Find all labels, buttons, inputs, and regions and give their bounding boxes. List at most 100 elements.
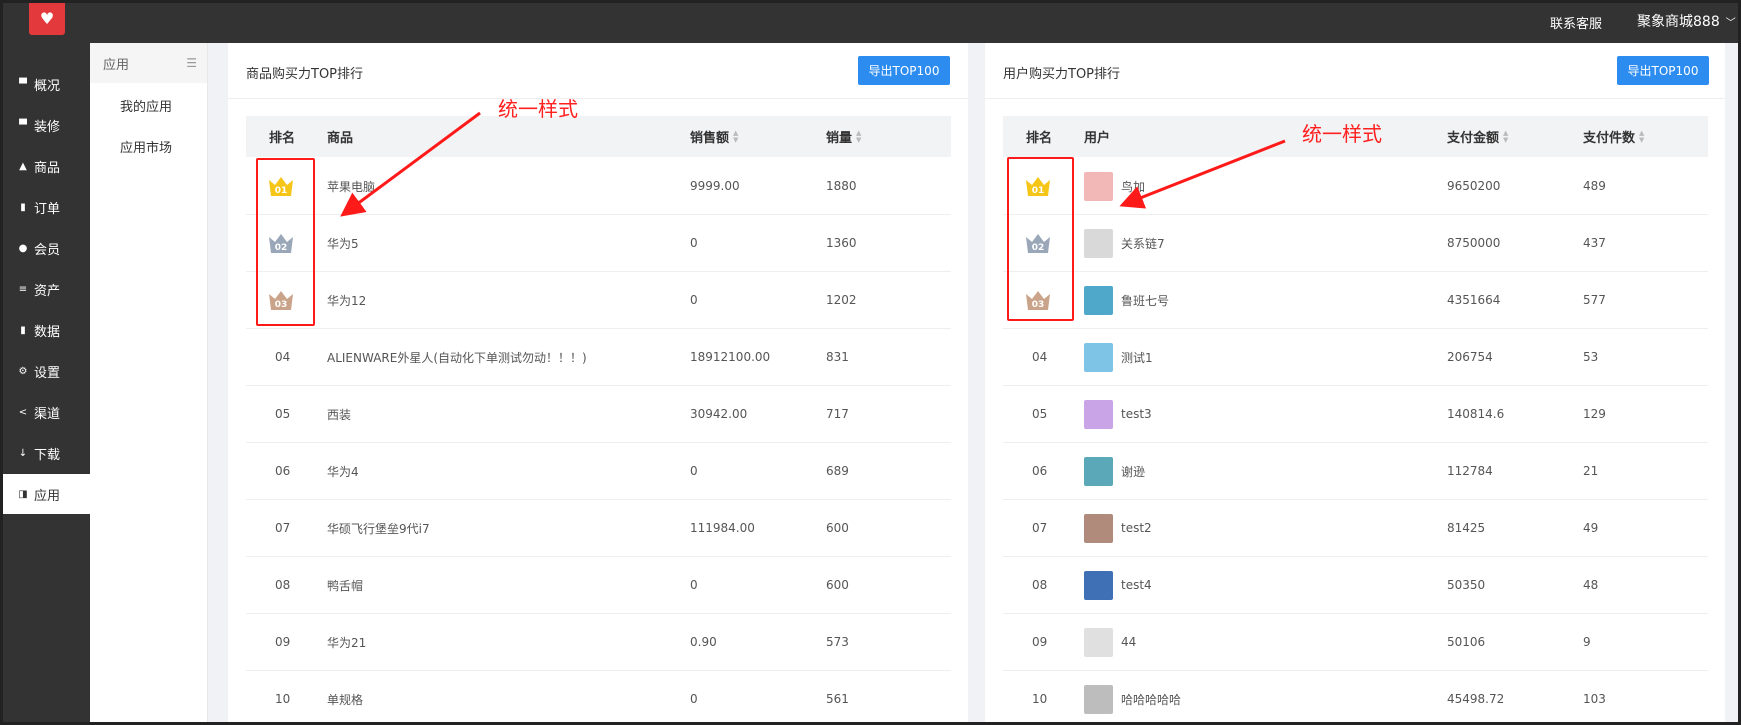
sidebar-item-1[interactable]: ▀ 装修 xyxy=(3,105,90,145)
value-cell: 0 xyxy=(690,671,698,725)
rank-cell: 10 xyxy=(1032,671,1047,725)
name-text: 谢逊 xyxy=(1121,464,1146,479)
name-text: ALIENWARE外星人(自动化下单测试勿动！！！) xyxy=(327,350,587,365)
monitor-icon: ▀ xyxy=(19,78,27,90)
sidebar-item-5[interactable]: ≡ 资产 xyxy=(3,269,90,309)
rank-cell: 08 xyxy=(1032,557,1047,613)
table-row[interactable]: 04 ALIENWARE外星人(自动化下单测试勿动！！！) 18912100.00 8… xyxy=(246,329,951,386)
table-row[interactable]: 10 哈哈哈哈哈 45498.72 103 xyxy=(1003,671,1708,725)
export-products-button[interactable]: 导出TOP100 xyxy=(858,56,950,85)
table-row[interactable]: 09 华为21 0.90 573 xyxy=(246,614,951,671)
customer-service-link[interactable]: 联系客服 xyxy=(1550,13,1602,32)
value-text: 4351664 xyxy=(1447,293,1501,307)
table-row[interactable]: 01 鸟加 9650200 489 xyxy=(1003,158,1708,215)
rank-cell: 05 xyxy=(275,386,290,442)
value-cell: 8750000 xyxy=(1447,215,1500,271)
name-cell: 哈哈哈哈哈 xyxy=(1084,671,1181,725)
count-text: 1202 xyxy=(826,293,857,307)
table-row[interactable]: 07 test2 81425 49 xyxy=(1003,500,1708,557)
logo[interactable]: ♥ xyxy=(29,3,65,35)
sidebar-item-3[interactable]: ▮ 订单 xyxy=(3,187,90,227)
name-text: 苹果电脑 xyxy=(327,179,376,194)
name-cell: ALIENWARE外星人(自动化下单测试勿动！！！) xyxy=(327,329,587,385)
annotation-left: 统一样式 xyxy=(498,97,578,121)
sort-icon[interactable]: ▲ ▼ xyxy=(856,129,861,144)
table-row[interactable]: 04 测试1 206754 53 xyxy=(1003,329,1708,386)
col-sales[interactable]: 销售额 ▲ ▼ xyxy=(690,116,738,157)
avatar xyxy=(1084,228,1113,258)
menu-icon[interactable]: ☰ xyxy=(186,56,197,70)
sidebar-item-label: 概况 xyxy=(34,78,61,94)
sort-icon[interactable]: ▲ ▼ xyxy=(1503,129,1508,144)
name-cell: 单规格 xyxy=(327,671,363,725)
sub-nav-app-market[interactable]: 应用市场 xyxy=(120,137,172,156)
sidebar-item-10[interactable]: ◨ 应用 xyxy=(3,474,90,514)
count-cell: 831 xyxy=(826,329,849,385)
sidebar-item-label: 数据 xyxy=(34,324,61,340)
sub-nav: 应用 ☰ 我的应用 应用市场 xyxy=(90,43,208,725)
sidebar-item-label: 设置 xyxy=(34,365,61,381)
name-cell: 44 xyxy=(1084,614,1136,670)
col-rank-label: 排名 xyxy=(269,131,296,146)
name-cell: 华硕飞行堡垒9代i7 xyxy=(327,500,430,556)
table-row[interactable]: 02 关系链7 8750000 437 xyxy=(1003,215,1708,272)
shop-switcher[interactable]: 聚象商城888 ﹀ xyxy=(1637,11,1736,31)
sidebar-item-6[interactable]: ▮ 数据 xyxy=(3,310,90,350)
sort-icon[interactable]: ▲ ▼ xyxy=(1639,129,1644,144)
table-row[interactable]: 02 华为5 0 1360 xyxy=(246,215,951,272)
sidebar-item-label: 会员 xyxy=(34,242,61,258)
table-row[interactable]: 10 单规格 0 561 xyxy=(246,671,951,725)
table-row[interactable]: 01 苹果电脑 9999.00 1880 xyxy=(246,158,951,215)
col-count[interactable]: 支付件数 ▲ ▼ xyxy=(1583,116,1644,157)
col-rank-label: 排名 xyxy=(1026,131,1053,146)
value-text: 50106 xyxy=(1447,635,1486,649)
table-row[interactable]: 06 华为4 0 689 xyxy=(246,443,951,500)
count-text: 53 xyxy=(1583,350,1599,364)
rank-cell: 07 xyxy=(1032,500,1047,556)
sidebar-item-4[interactable]: ● 会员 xyxy=(3,228,90,268)
col-amount[interactable]: 支付金额 ▲ ▼ xyxy=(1447,116,1508,157)
avatar xyxy=(1084,570,1113,600)
value-cell: 4351664 xyxy=(1447,272,1500,328)
sidebar-item-2[interactable]: ▲ 商品 xyxy=(3,146,90,186)
col-rank: 排名 xyxy=(269,116,295,157)
value-text: 18912100.00 xyxy=(690,350,771,364)
table-row[interactable]: 08 鸭舌帽 0 600 xyxy=(246,557,951,614)
name-text: 华为4 xyxy=(327,464,359,479)
table-row[interactable]: 07 华硕飞行堡垒9代i7 111984.00 600 xyxy=(246,500,951,557)
col-product-label: 商品 xyxy=(327,131,354,146)
sidebar-item-8[interactable]: < 渠道 xyxy=(3,392,90,432)
table-row[interactable]: 05 西装 30942.00 717 xyxy=(246,386,951,443)
sidebar: ▀ 概况 ▀ 装修 ▲ 商品 ▮ 订单 ● 会员 ≡ 资产 ▮ 数据 ⚙ 设置 < 渠道 ↓ 下载 ◨ 应用 xyxy=(3,43,90,725)
name-text: 鸭舌帽 xyxy=(327,578,364,593)
table-row[interactable]: 06 谢逊 112784 21 xyxy=(1003,443,1708,500)
sub-nav-title: 应用 xyxy=(103,57,130,73)
count-cell: 9 xyxy=(1583,614,1591,670)
table-row[interactable]: 03 鲁班七号 4351664 577 xyxy=(1003,272,1708,329)
sidebar-item-9[interactable]: ↓ 下载 xyxy=(3,433,90,473)
table-row[interactable]: 09 44 50106 9 xyxy=(1003,614,1708,671)
name-cell: 鸟加 xyxy=(1084,158,1145,214)
value-text: 0 xyxy=(690,464,698,478)
count-text: 689 xyxy=(826,464,849,478)
value-cell: 9650200 xyxy=(1447,158,1500,214)
sort-icon[interactable]: ▲ ▼ xyxy=(733,129,738,144)
sidebar-item-label: 订单 xyxy=(34,201,61,217)
value-text: 45498.72 xyxy=(1447,692,1505,706)
export-users-button[interactable]: 导出TOP100 xyxy=(1617,56,1709,85)
count-cell: 129 xyxy=(1583,386,1606,442)
name-text: test2 xyxy=(1121,521,1152,535)
name-cell: 华为5 xyxy=(327,215,359,271)
table-row[interactable]: 05 test3 140814.6 129 xyxy=(1003,386,1708,443)
count-text: 489 xyxy=(1583,179,1606,193)
sidebar-item-7[interactable]: ⚙ 设置 xyxy=(3,351,90,391)
sub-nav-my-apps[interactable]: 我的应用 xyxy=(120,96,172,115)
name-cell: 西装 xyxy=(327,386,351,442)
table-row[interactable]: 03 华为12 0 1202 xyxy=(246,272,951,329)
count-cell: 437 xyxy=(1583,215,1606,271)
value-text: 81425 xyxy=(1447,521,1486,535)
table-row[interactable]: 08 test4 50350 48 xyxy=(1003,557,1708,614)
sidebar-item-0[interactable]: ▀ 概况 xyxy=(3,64,90,104)
product-panel-title: 商品购买力TOP排行 xyxy=(246,67,364,82)
col-qty[interactable]: 销量 ▲ ▼ xyxy=(826,116,861,157)
